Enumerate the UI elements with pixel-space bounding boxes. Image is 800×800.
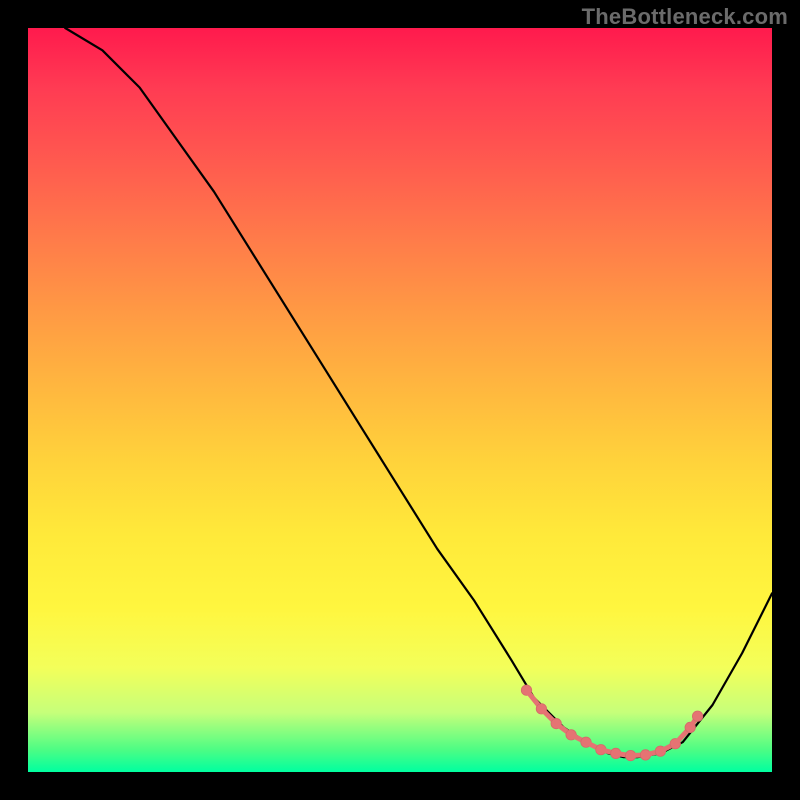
highlight-dot [692,711,702,721]
chart-area [28,28,772,772]
plot-svg [28,28,772,772]
watermark-text: TheBottleneck.com [582,4,788,30]
highlight-markers [521,685,703,761]
bottleneck-curve [65,28,772,757]
